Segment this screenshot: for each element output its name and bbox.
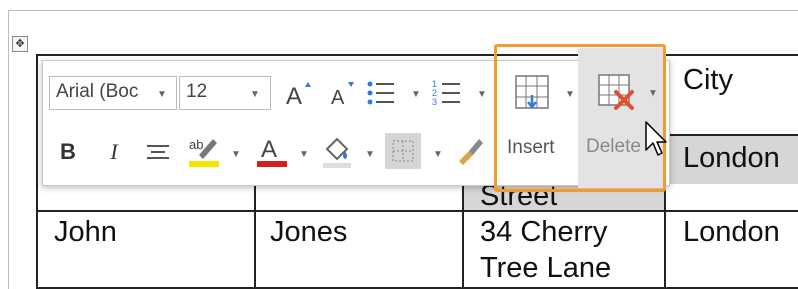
page-edge-left (8, 10, 9, 289)
bullets-icon[interactable] (365, 77, 397, 109)
highlight-icon[interactable]: ab (187, 133, 221, 169)
svg-text:A: A (286, 83, 302, 109)
chevron-down-icon[interactable]: ▼ (477, 89, 487, 100)
bold-icon[interactable]: B (55, 137, 81, 167)
table-line (36, 210, 798, 212)
cell-city-header[interactable]: City (683, 62, 733, 98)
table-line (254, 174, 256, 289)
shading-icon[interactable] (321, 135, 353, 169)
grow-font-icon[interactable]: A (283, 77, 313, 110)
table-line (36, 54, 798, 56)
table-line (36, 54, 38, 289)
center-align-icon[interactable] (143, 137, 173, 167)
table-line (462, 174, 464, 289)
chevron-down-icon[interactable]: ▼ (299, 149, 309, 160)
chevron-down-icon[interactable]: ▼ (231, 149, 241, 160)
svg-text:A: A (331, 87, 345, 109)
italic-icon[interactable]: I (101, 137, 127, 167)
mouse-cursor-icon (644, 120, 668, 160)
cell-address-line1[interactable]: 34 Cherry (480, 214, 607, 250)
chevron-down-icon[interactable]: ▼ (157, 89, 167, 100)
svg-text:A: A (261, 136, 277, 163)
table-move-handle-icon[interactable]: ✥ (12, 36, 28, 52)
callout-highlight-box (494, 44, 666, 192)
svg-text:ab: ab (189, 137, 203, 152)
chevron-down-icon[interactable]: ▼ (365, 149, 375, 160)
page-edge-top (8, 10, 798, 11)
cell-city-row1[interactable]: London (683, 140, 780, 176)
table-line (664, 134, 798, 136)
borders-icon[interactable] (385, 133, 421, 169)
numbering-icon[interactable]: 1 2 3 (431, 77, 463, 109)
chevron-down-icon[interactable]: ▼ (411, 89, 421, 100)
cell-first-name[interactable]: John (54, 214, 117, 250)
font-size-value: 12 (186, 81, 208, 102)
shrink-font-icon[interactable]: A (327, 77, 357, 109)
svg-text:3: 3 (432, 97, 437, 107)
format-painter-icon[interactable] (455, 135, 487, 167)
font-name-value: Arial (Boc (56, 81, 139, 102)
cell-address-line2[interactable]: Tree Lane (480, 250, 611, 286)
chevron-down-icon[interactable]: ▼ (250, 89, 260, 100)
font-color-icon[interactable]: A (255, 133, 289, 169)
chevron-down-icon[interactable]: ▼ (433, 149, 443, 160)
cell-last-name[interactable]: Jones (270, 214, 347, 250)
cell-city-row2[interactable]: London (683, 214, 780, 250)
